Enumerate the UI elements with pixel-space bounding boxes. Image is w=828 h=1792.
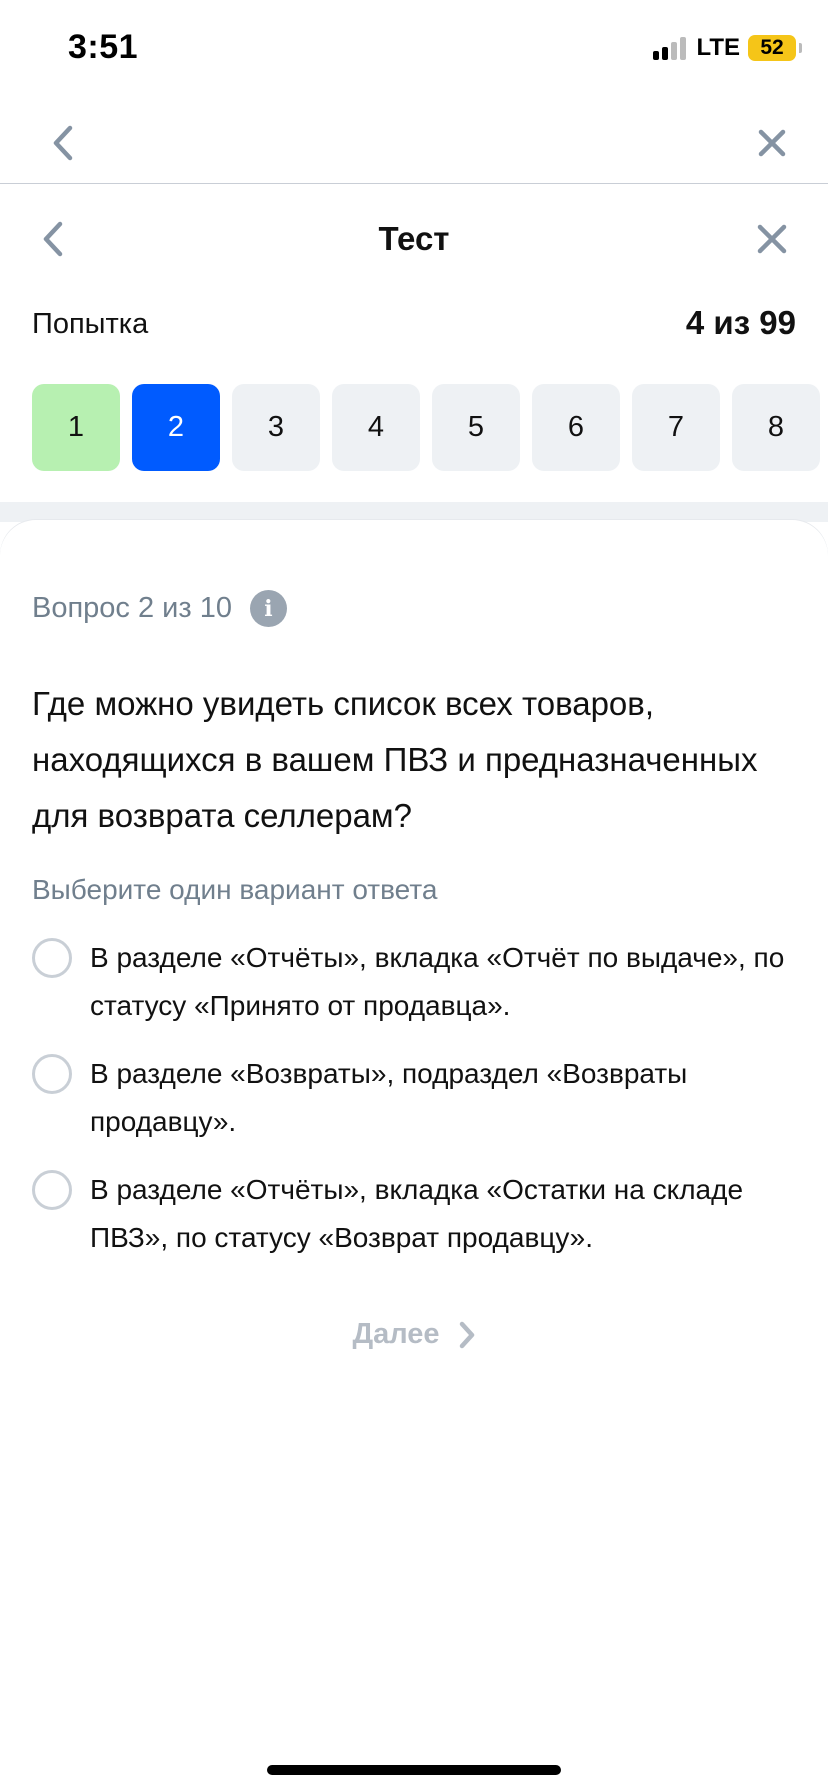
attempt-value: 4 из 99 [685, 304, 796, 341]
status-time: 3:51 [68, 28, 139, 66]
section-divider [0, 502, 828, 522]
info-icon[interactable]: i [249, 590, 287, 627]
answer-hint: Выберите один вариант ответа [32, 874, 438, 905]
step-6[interactable]: 6 [532, 384, 620, 471]
answer-options: В разделе «Отчёты», вкладка «Отчёт по вы… [32, 938, 802, 1286]
battery-icon: 52 [748, 35, 802, 61]
top-close-button[interactable] [747, 118, 797, 168]
question-meta: Вопрос 2 из 10 i [32, 590, 287, 627]
question-card: Вопрос 2 из 10 i Где можно увидеть списо… [0, 520, 828, 1430]
attempt-label: Попытка [32, 308, 149, 340]
question-counter: Вопрос 2 из 10 [32, 592, 232, 624]
page-title: Тест [378, 220, 450, 257]
top-back-button[interactable] [38, 118, 88, 168]
answer-option-label: В разделе «Возвраты», подраздел «Возврат… [90, 1058, 688, 1137]
close-icon [758, 129, 786, 157]
answer-option-2[interactable]: В разделе «Возвраты», подраздел «Возврат… [32, 1054, 802, 1146]
next-button-label: Далее [352, 1318, 440, 1350]
step-5[interactable]: 5 [432, 384, 520, 471]
radio-button[interactable] [32, 1054, 72, 1094]
next-button[interactable]: Далее [0, 1318, 828, 1351]
status-bar: 3:51 LTE 52 [0, 0, 828, 100]
answer-option-label: В разделе «Отчёты», вкладка «Отчёт по вы… [90, 942, 785, 1021]
close-button[interactable] [747, 214, 797, 264]
close-icon [757, 224, 787, 254]
network-type: LTE [696, 34, 740, 61]
status-indicators: LTE 52 [653, 34, 802, 62]
chevron-right-icon [459, 1321, 474, 1348]
step-8[interactable]: 8 [732, 384, 820, 471]
signal-icon [653, 36, 687, 60]
top-nav [0, 100, 828, 184]
question-steps: 1 2 3 4 5 6 7 8 [32, 384, 820, 471]
chevron-left-icon [53, 125, 73, 161]
answer-option-3[interactable]: В разделе «Отчёты», вкладка «Остатки на … [32, 1170, 802, 1262]
step-3[interactable]: 3 [232, 384, 320, 471]
step-7[interactable]: 7 [632, 384, 720, 471]
radio-button[interactable] [32, 938, 72, 978]
question-text: Где можно увидеть список всех товаров, н… [32, 685, 758, 834]
radio-button[interactable] [32, 1170, 72, 1210]
home-indicator[interactable] [267, 1765, 561, 1775]
battery-level: 52 [760, 36, 784, 59]
step-4[interactable]: 4 [332, 384, 420, 471]
step-1[interactable]: 1 [32, 384, 120, 471]
test-header: Тест Попытка 4 из 99 1 2 3 4 5 6 7 8 [0, 184, 828, 502]
answer-option-1[interactable]: В разделе «Отчёты», вкладка «Отчёт по вы… [32, 938, 802, 1030]
answer-option-label: В разделе «Отчёты», вкладка «Остатки на … [90, 1174, 744, 1253]
step-2[interactable]: 2 [132, 384, 220, 471]
